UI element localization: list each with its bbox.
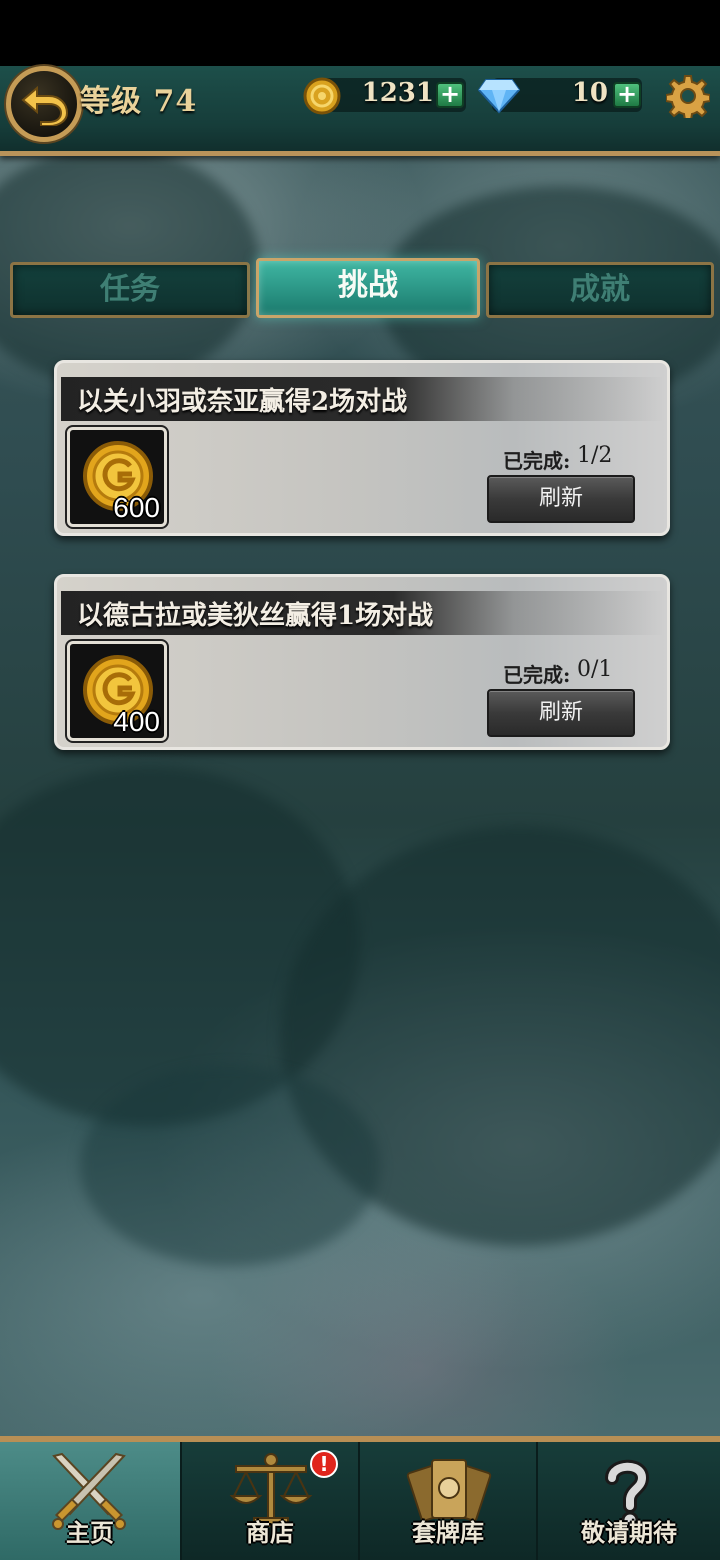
reward-amount: 600: [113, 492, 160, 523]
progress-value: 0/1: [577, 657, 613, 682]
diamond-icon: [478, 79, 520, 114]
nav-label: 套牌库: [412, 1519, 484, 1547]
challenge-card: 以德古拉或美狄丝赢得1场对战 400 已完成: 0/1 刷新: [54, 574, 670, 750]
progress-label: 已完成:: [503, 449, 571, 473]
nav-deck[interactable]: 套牌库: [360, 1442, 538, 1560]
reward-box: 400: [67, 641, 167, 741]
nav-label: 商店: [246, 1519, 294, 1547]
progress-value: 1/2: [577, 443, 613, 468]
challenge-card: 以关小羽或奈亚赢得2场对战 600 已完成: 1/2 刷新: [54, 360, 670, 536]
coin-icon: [303, 77, 341, 115]
add-gems-button[interactable]: +: [613, 82, 641, 108]
challenge-title: 以德古拉或美狄丝赢得1场对战: [77, 601, 434, 631]
nav-label: 敬请期待: [581, 1519, 677, 1547]
challenge-title-bar: 以德古拉或美狄丝赢得1场对战: [61, 591, 665, 635]
gem-amount: 10: [571, 78, 608, 108]
gear-icon[interactable]: [666, 74, 710, 118]
refresh-button[interactable]: 刷新: [487, 475, 635, 523]
coin-amount: 1231: [361, 78, 434, 108]
challenge-title: 以关小羽或奈亚赢得2场对战: [77, 387, 408, 417]
back-arrow-icon: [21, 85, 69, 126]
nav-label: 主页: [66, 1519, 114, 1547]
progress-label: 已完成:: [503, 663, 571, 687]
tab-achievements[interactable]: 成就: [486, 262, 714, 318]
challenge-title-bar: 以关小羽或奈亚赢得2场对战: [61, 377, 665, 421]
reward-box: 600: [67, 427, 167, 527]
nav-home[interactable]: 主页: [0, 1442, 182, 1560]
add-coins-button[interactable]: +: [436, 82, 464, 108]
refresh-button[interactable]: 刷新: [487, 689, 635, 737]
status-bar: [0, 0, 720, 66]
tab-challenges[interactable]: 挑战: [256, 258, 480, 318]
reward-amount: 400: [113, 706, 160, 737]
tab-tasks[interactable]: 任务: [10, 262, 250, 318]
back-button[interactable]: [6, 66, 82, 142]
player-level: 等级 74: [80, 84, 198, 119]
notification-badge: !: [310, 1450, 338, 1478]
nav-coming-soon[interactable]: 敬请期待: [538, 1442, 720, 1560]
